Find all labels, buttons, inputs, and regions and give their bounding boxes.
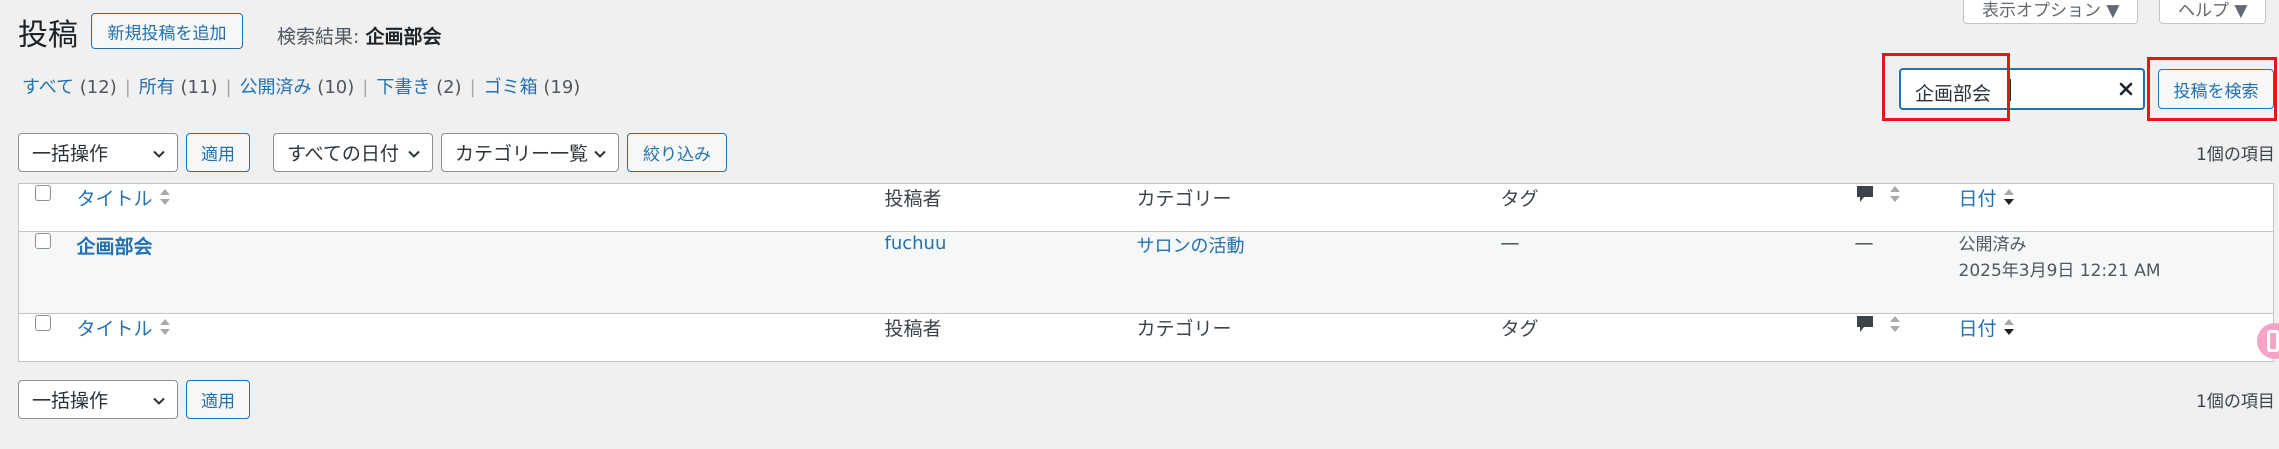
column-categories: カテゴリー — [1136, 183, 1501, 232]
close-icon[interactable] — [2117, 80, 2135, 103]
table-row: 企画部会 fuchuu サロンの活動 — — 公開済み 2025年3月9日 12… — [18, 231, 2274, 314]
post-date: 2025年3月9日 12:21 AM — [1958, 261, 2161, 281]
items-count-bottom: 1個の項目 — [2196, 392, 2275, 412]
bulk-action-select-top[interactable]: 一括操作 — [18, 133, 178, 172]
highlight-box-search-button — [2147, 57, 2277, 121]
sort-arrows-icon — [159, 317, 171, 342]
post-author-link[interactable]: fuchuu — [885, 233, 947, 254]
comment-bubble-icon — [1855, 184, 1875, 209]
post-comments: — — [1854, 232, 1874, 254]
highlight-box-search-input — [1882, 53, 2010, 121]
posts-table: タイトル 投稿者 カテゴリー タグ 日付 企画部会 fuchuu サロンの活動 … — [18, 183, 2274, 362]
chevron-down-icon — [151, 145, 167, 167]
search-result-term: 企画部会 — [365, 26, 442, 48]
filter-mine[interactable]: 所有 (11) — [139, 77, 218, 98]
chevron-down-icon — [406, 145, 422, 167]
sort-arrows-icon — [159, 187, 171, 212]
column-title-sort-footer[interactable]: タイトル — [77, 318, 171, 340]
category-filter-select[interactable]: カテゴリー一覧 — [441, 133, 619, 172]
post-tags: — — [1500, 232, 1520, 254]
column-tags-footer: タグ — [1500, 313, 1855, 362]
column-author: 投稿者 — [884, 183, 1137, 232]
apply-button-bottom[interactable]: 適用 — [186, 380, 250, 419]
column-author-footer: 投稿者 — [884, 313, 1137, 362]
column-comments-sort-footer[interactable] — [1855, 315, 1901, 337]
apply-button-top[interactable]: 適用 — [186, 133, 250, 172]
sort-arrows-icon — [2003, 187, 2015, 212]
filter-published[interactable]: 公開済み (10) — [240, 77, 355, 98]
filter-draft[interactable]: 下書き (2) — [376, 77, 461, 98]
table-footer-row: タイトル 投稿者 カテゴリー タグ 日付 — [18, 313, 2274, 362]
row-checkbox[interactable] — [35, 233, 51, 249]
table-header-row: タイトル 投稿者 カテゴリー タグ 日付 — [18, 183, 2274, 232]
items-count-top: 1個の項目 — [2196, 145, 2275, 165]
sort-arrows-icon — [1889, 184, 1901, 209]
post-title-link[interactable]: 企画部会 — [77, 236, 153, 258]
add-new-post-button[interactable]: 新規投稿を追加 — [91, 13, 243, 49]
page-title: 投稿 — [18, 18, 78, 53]
select-all-checkbox[interactable] — [35, 185, 51, 201]
search-result-prefix: 検索結果: — [277, 26, 360, 48]
column-tags: タグ — [1500, 183, 1855, 232]
post-status-filters: すべて (12) | 所有 (11) | 公開済み (10) | 下書き (2) | ゴミ箱 (… — [22, 77, 581, 98]
bulk-action-select-bottom[interactable]: 一括操作 — [18, 380, 178, 419]
date-filter-select[interactable]: すべての日付 — [273, 133, 433, 172]
search-result-subtitle: 検索結果: 企画部会 — [277, 22, 441, 49]
screen-options-button[interactable]: 表示オプション ▼ — [1963, 0, 2139, 24]
sort-arrows-icon — [1889, 314, 1901, 339]
column-comments-sort[interactable] — [1855, 185, 1901, 207]
post-status: 公開済み — [1958, 235, 2027, 255]
filter-all[interactable]: すべて (12) — [22, 77, 117, 98]
help-button[interactable]: ヘルプ ▼ — [2159, 0, 2267, 24]
post-category-link[interactable]: サロンの活動 — [1137, 236, 1245, 257]
text-cursor — [2010, 79, 2011, 101]
sort-arrows-icon — [2003, 317, 2015, 342]
chevron-down-icon — [592, 145, 608, 167]
filter-button[interactable]: 絞り込み — [627, 133, 727, 172]
comment-bubble-icon — [1855, 314, 1875, 339]
select-all-checkbox-footer[interactable] — [35, 315, 51, 331]
chevron-down-icon — [151, 392, 167, 414]
column-date-sort[interactable]: 日付 — [1959, 188, 2015, 210]
column-date-sort-footer[interactable]: 日付 — [1959, 318, 2015, 340]
column-categories-footer: カテゴリー — [1136, 313, 1501, 362]
filter-trash[interactable]: ゴミ箱 (19) — [484, 77, 581, 98]
column-title-sort[interactable]: タイトル — [77, 188, 171, 210]
